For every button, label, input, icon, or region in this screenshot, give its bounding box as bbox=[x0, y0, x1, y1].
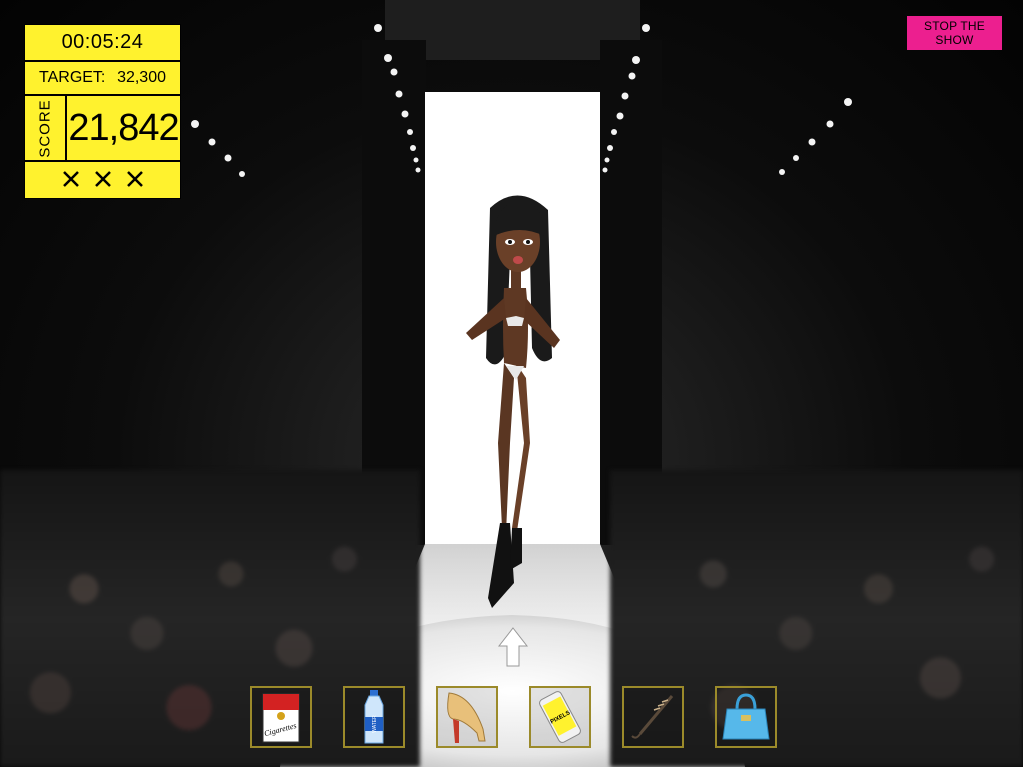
phone-icon: PIXELS bbox=[539, 691, 581, 743]
item-slot-handbag[interactable] bbox=[715, 686, 777, 748]
score-label: SCORE bbox=[36, 98, 54, 158]
cigarette-pack-icon: Cigarettes bbox=[262, 693, 300, 743]
timer: 00:05:24 bbox=[25, 25, 180, 62]
score-value: 21,842 bbox=[68, 106, 179, 149]
score-row: SCORE 21,842 bbox=[25, 96, 180, 162]
umbrella-icon bbox=[631, 695, 674, 739]
item-slot-cigarettes[interactable]: Cigarettes bbox=[250, 686, 312, 748]
water-bottle-label: WATER bbox=[372, 715, 378, 733]
item-slot-water[interactable]: WATER bbox=[343, 686, 405, 748]
model-character bbox=[466, 195, 560, 608]
high-heel-icon bbox=[447, 692, 486, 743]
x-mark-icon bbox=[94, 171, 111, 187]
game-stage: 00:05:24 TARGET: 32,300 SCORE 21,842 STO… bbox=[0, 0, 1023, 767]
score-label-box: SCORE bbox=[25, 96, 67, 160]
handbag-icon bbox=[722, 693, 770, 740]
up-arrow-icon[interactable] bbox=[497, 626, 529, 668]
score-panel: 00:05:24 TARGET: 32,300 SCORE 21,842 bbox=[24, 24, 181, 199]
x-mark-icon bbox=[126, 171, 143, 187]
target-row: TARGET: 32,300 bbox=[25, 62, 180, 96]
stop-the-show-button[interactable]: STOP THE SHOW bbox=[907, 16, 1002, 50]
strikes bbox=[25, 162, 180, 196]
item-slot-heels[interactable] bbox=[436, 686, 498, 748]
item-slot-phone[interactable]: PIXELS bbox=[529, 686, 591, 748]
target-label: TARGET: bbox=[39, 69, 106, 86]
target-value: 32,300 bbox=[117, 69, 166, 86]
x-mark-icon bbox=[62, 171, 79, 187]
water-bottle-icon: WATER bbox=[364, 690, 384, 744]
item-slot-umbrella[interactable] bbox=[622, 686, 684, 748]
